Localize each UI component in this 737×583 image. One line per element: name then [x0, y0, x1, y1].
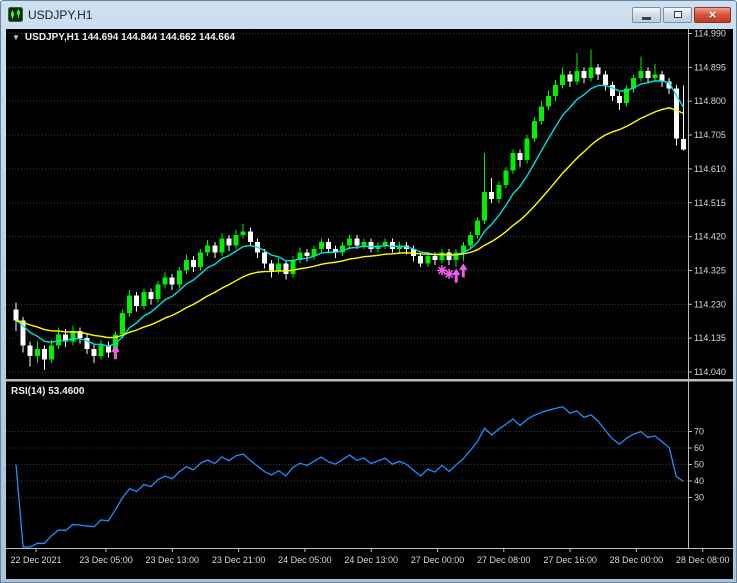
svg-text:60: 60: [694, 443, 704, 453]
minimize-button[interactable]: [632, 6, 661, 23]
svg-text:23 Dec 13:00: 23 Dec 13:00: [146, 555, 200, 565]
svg-text:114.895: 114.895: [694, 62, 726, 72]
svg-text:114.230: 114.230: [694, 299, 726, 309]
svg-text:114.040: 114.040: [694, 367, 726, 377]
svg-text:27 Dec 16:00: 27 Dec 16:00: [543, 555, 597, 565]
restore-icon: [673, 11, 682, 18]
window-titlebar[interactable]: USDJPY,H1 ×: [1, 1, 736, 28]
window-title: USDJPY,H1: [28, 7, 93, 22]
svg-text:114.325: 114.325: [694, 265, 726, 275]
svg-text:27 Dec 08:00: 27 Dec 08:00: [477, 555, 531, 565]
svg-text:24 Dec 05:00: 24 Dec 05:00: [278, 555, 332, 565]
chart-ohlc-header: ▼ USDJPY,H1 144.694 144.844 144.662 144.…: [12, 32, 235, 43]
close-button[interactable]: ×: [694, 6, 731, 23]
chart-client-area: 114.990 114.895 114.800 114.705 114.610 114.5…: [6, 29, 733, 579]
svg-text:24 Dec 13:00: 24 Dec 13:00: [344, 555, 398, 565]
svg-text:28 Dec 00:00: 28 Dec 00:00: [610, 555, 664, 565]
svg-text:40: 40: [694, 476, 704, 486]
chart-canvas[interactable]: 114.990 114.895 114.800 114.705 114.610 114.5…: [6, 29, 733, 579]
svg-text:114.705: 114.705: [694, 130, 726, 140]
mt4-chart-window: USDJPY,H1 × 114.990 114.895 114.800 114.705…: [0, 0, 737, 583]
chart-window-icon: [8, 7, 23, 22]
pane-splitter: [6, 379, 733, 382]
svg-text:23 Dec 21:00: 23 Dec 21:00: [212, 555, 266, 565]
svg-text:50: 50: [694, 460, 704, 470]
window-controls: ×: [632, 6, 731, 23]
svg-text:28 Dec 08:00: 28 Dec 08:00: [676, 555, 730, 565]
svg-text:114.135: 114.135: [694, 333, 726, 343]
svg-text:27 Dec 00:00: 27 Dec 00:00: [411, 555, 465, 565]
minimize-icon: [642, 16, 651, 20]
svg-text:114.515: 114.515: [694, 198, 726, 208]
svg-text:22 Dec 2021: 22 Dec 2021: [10, 555, 61, 565]
svg-text:114.990: 114.990: [694, 29, 726, 39]
rsi-indicator-label: RSI(14) 53.4600: [11, 386, 85, 397]
svg-text:70: 70: [694, 427, 704, 437]
svg-text:114.420: 114.420: [694, 232, 726, 242]
svg-text:30: 30: [694, 493, 704, 503]
svg-text:23 Dec 05:00: 23 Dec 05:00: [79, 555, 133, 565]
restore-button[interactable]: [663, 6, 692, 23]
close-icon: ×: [708, 6, 717, 22]
svg-text:114.610: 114.610: [694, 164, 726, 174]
ohlc-quote-line: USDJPY,H1 144.694 144.844 144.662 144.66…: [24, 32, 236, 43]
one-click-trading-toggle-icon[interactable]: ▼: [12, 33, 20, 42]
svg-text:114.800: 114.800: [694, 96, 726, 106]
